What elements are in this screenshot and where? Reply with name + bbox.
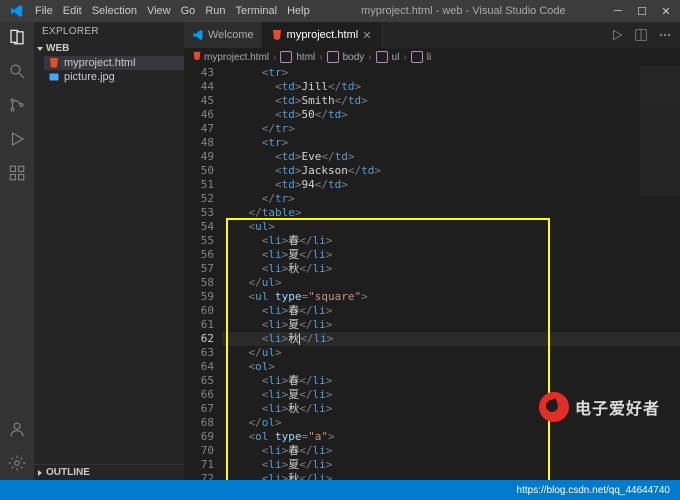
tab[interactable]: myproject.html	[263, 22, 382, 48]
code-line[interactable]: </table>	[222, 206, 680, 220]
code-line[interactable]: <ol>	[222, 360, 680, 374]
code-line[interactable]: <td>50</td>	[222, 108, 680, 122]
menu-run[interactable]: Run	[200, 5, 230, 17]
extensions-icon[interactable]	[8, 164, 26, 182]
code-line[interactable]: </tr>	[222, 192, 680, 206]
source-control-icon[interactable]	[8, 96, 26, 114]
menu-help[interactable]: Help	[282, 5, 315, 17]
file-name: picture.jpg	[64, 71, 115, 83]
code-line[interactable]: <ul>	[222, 220, 680, 234]
code-line[interactable]: <td>Smith</td>	[222, 94, 680, 108]
minimap[interactable]	[640, 66, 680, 196]
code-line[interactable]: <li>夏</li>	[222, 458, 680, 472]
sidebar: EXPLORER WEB myproject.html picture.jpg O…	[34, 22, 184, 480]
code-line[interactable]: <li>秋</li>	[222, 472, 680, 480]
code-line[interactable]: <tr>	[222, 136, 680, 150]
code-line[interactable]: <ol type="a">	[222, 430, 680, 444]
code-line[interactable]: <td>94</td>	[222, 178, 680, 192]
menu-go[interactable]: Go	[176, 5, 201, 17]
file-item[interactable]: myproject.html	[44, 56, 184, 70]
code-line[interactable]: <td>Jackson</td>	[222, 164, 680, 178]
menu-edit[interactable]: Edit	[58, 5, 87, 17]
code-line[interactable]: <li>夏</li>	[222, 318, 680, 332]
gutter: 4344454647484950515253545556575859606162…	[184, 66, 222, 480]
code-line[interactable]: <td>Eve</td>	[222, 150, 680, 164]
menu-file[interactable]: File	[30, 5, 58, 17]
code-line[interactable]: </ol>	[222, 416, 680, 430]
tabs: Welcome myproject.html	[184, 22, 680, 48]
code-line[interactable]: <li>秋</li>	[222, 262, 680, 276]
code-line[interactable]: <li>秋</li>	[222, 332, 680, 346]
account-icon[interactable]	[8, 420, 26, 438]
tab-label: Welcome	[208, 29, 254, 41]
breadcrumb-item[interactable]: body	[343, 52, 365, 63]
close-button[interactable]: ✕	[660, 5, 672, 17]
explorer-icon[interactable]	[8, 28, 26, 46]
code-area[interactable]: 4344454647484950515253545556575859606162…	[184, 66, 680, 480]
code-line[interactable]: </ul>	[222, 276, 680, 290]
close-tab-icon[interactable]	[362, 30, 372, 40]
sidebar-title: EXPLORER	[34, 22, 184, 41]
status-url: https://blog.csdn.net/qq_44644740	[517, 485, 670, 496]
file-list: myproject.html picture.jpg	[34, 56, 184, 84]
breadcrumb-item[interactable]: html	[296, 52, 315, 63]
code-line[interactable]: <li>夏</li>	[222, 388, 680, 402]
code-line[interactable]: <ul type="square">	[222, 290, 680, 304]
outline-header[interactable]: OUTLINE	[34, 464, 184, 480]
code-line[interactable]: </tr>	[222, 122, 680, 136]
search-icon[interactable]	[8, 62, 26, 80]
menu-view[interactable]: View	[142, 5, 176, 17]
code-line[interactable]: <td>Jill</td>	[222, 80, 680, 94]
code-line[interactable]: <li>夏</li>	[222, 248, 680, 262]
code-line[interactable]: <li>春</li>	[222, 444, 680, 458]
settings-gear-icon[interactable]	[8, 454, 26, 472]
code-line[interactable]: <li>春</li>	[222, 374, 680, 388]
menu-bar: FileEditSelectionViewGoRunTerminalHelp	[30, 5, 315, 17]
menu-terminal[interactable]: Terminal	[231, 5, 283, 17]
maximize-button[interactable]: ☐	[636, 5, 648, 17]
title-bar: FileEditSelectionViewGoRunTerminalHelp m…	[0, 0, 680, 22]
file-name: myproject.html	[64, 57, 136, 69]
code-line[interactable]: <li>春</li>	[222, 304, 680, 318]
tab[interactable]: Welcome	[184, 22, 263, 48]
file-item[interactable]: picture.jpg	[44, 70, 184, 84]
window-title: myproject.html - web - Visual Studio Cod…	[315, 5, 612, 17]
breadcrumb-item[interactable]: li	[427, 52, 431, 63]
folder-header[interactable]: WEB	[34, 41, 184, 56]
more-icon[interactable]	[658, 28, 672, 42]
minimize-button[interactable]: ─	[612, 5, 624, 17]
breadcrumb-item[interactable]: myproject.html	[204, 52, 269, 63]
run-icon[interactable]	[610, 28, 624, 42]
code[interactable]: <tr> <td>Jill</td> <td>Smith</td> <td>50…	[222, 66, 680, 480]
breadcrumb-item[interactable]: ul	[392, 52, 400, 63]
breadcrumb[interactable]: myproject.html›html›body›ul›li	[184, 48, 680, 66]
editor: Welcome myproject.html myproject.html›htm…	[184, 22, 680, 480]
code-line[interactable]: <li>春</li>	[222, 234, 680, 248]
status-bar[interactable]: https://blog.csdn.net/qq_44644740	[0, 480, 680, 500]
tab-label: myproject.html	[287, 29, 359, 41]
run-debug-icon[interactable]	[8, 130, 26, 148]
menu-selection[interactable]: Selection	[87, 5, 142, 17]
code-line[interactable]: </ul>	[222, 346, 680, 360]
activity-bar	[0, 22, 34, 480]
split-editor-icon[interactable]	[634, 28, 648, 42]
code-line[interactable]: <tr>	[222, 66, 680, 80]
vscode-logo-icon	[10, 4, 24, 18]
code-line[interactable]: <li>秋</li>	[222, 402, 680, 416]
